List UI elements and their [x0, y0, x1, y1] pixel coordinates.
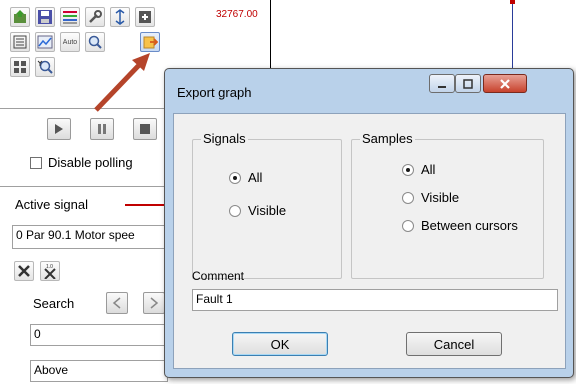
signals-visible-radio[interactable]: Visible: [229, 203, 286, 218]
samples-between-cursors-label: Between cursors: [421, 218, 518, 233]
scale-icon[interactable]: [110, 7, 130, 27]
scale-signal-icon[interactable]: 1.0: [40, 261, 60, 281]
search-next-button[interactable]: [143, 292, 165, 314]
active-signal-line: [125, 204, 165, 206]
disable-polling-checkbox[interactable]: [30, 157, 42, 169]
signals-all-radio[interactable]: All: [229, 170, 262, 185]
list-icon[interactable]: [10, 32, 30, 52]
search-label: Search: [33, 296, 75, 311]
chart-icon[interactable]: [35, 32, 55, 52]
play-button[interactable]: [47, 118, 71, 140]
signals-visible-label: Visible: [248, 203, 287, 218]
remove-signal-icon[interactable]: [14, 261, 34, 281]
active-signal-field[interactable]: 0 Par 90.1 Motor spee: [12, 225, 168, 249]
samples-all-label: All: [421, 162, 436, 177]
separator: [0, 186, 168, 187]
signals-group: Signals All Visible: [192, 131, 342, 279]
close-icon[interactable]: [483, 74, 527, 93]
samples-group: Samples All Visible Between cursors: [351, 131, 544, 279]
condition-dropdown[interactable]: Above: [30, 360, 168, 382]
samples-visible-radio[interactable]: Visible: [402, 190, 459, 205]
search-prev-button[interactable]: [106, 292, 128, 314]
zoom-icon[interactable]: [85, 32, 105, 52]
wrench-icon[interactable]: [85, 7, 105, 27]
export-graph-dialog: Export graph Signals All Visible Samples…: [164, 68, 574, 378]
cancel-button[interactable]: Cancel: [406, 332, 502, 356]
samples-between-cursors-radio[interactable]: Between cursors: [402, 218, 518, 233]
radio-dot: [402, 163, 414, 176]
save-icon[interactable]: [35, 7, 55, 27]
zoom-y-icon[interactable]: [35, 57, 55, 77]
plot-max-label: 32767.00: [216, 9, 258, 20]
open-icon[interactable]: [10, 7, 30, 27]
samples-all-radio[interactable]: All: [402, 162, 435, 177]
radio-dot: [402, 191, 414, 204]
dialog-title: Export graph: [177, 85, 252, 100]
fit-icon[interactable]: [135, 7, 155, 27]
active-signal-label: Active signal: [15, 197, 88, 212]
minimize-button[interactable]: [429, 74, 455, 93]
dialog-body: Signals All Visible Samples All Visible …: [173, 113, 566, 369]
svg-text:1.0: 1.0: [46, 264, 53, 270]
disable-polling-label: Disable polling: [48, 155, 133, 170]
export-icon[interactable]: [140, 32, 160, 52]
separator: [0, 108, 168, 109]
comment-field[interactable]: Fault 1: [192, 289, 558, 311]
auto-button[interactable]: Auto: [60, 32, 80, 52]
grid-icon[interactable]: [10, 57, 30, 77]
cursor-marker: [510, 0, 515, 4]
cursor-line[interactable]: [512, 0, 513, 75]
stop-button[interactable]: [133, 118, 157, 140]
radio-dot: [402, 219, 414, 232]
search-value-field[interactable]: 0: [30, 324, 168, 346]
comment-label: Comment: [192, 269, 245, 283]
radio-dot: [229, 171, 241, 184]
signal-list-icon[interactable]: [60, 7, 80, 27]
samples-visible-label: Visible: [421, 190, 460, 205]
left-panel: Auto Disable polling Active signal 0 Par…: [0, 0, 170, 384]
maximize-button[interactable]: [455, 74, 481, 93]
signals-all-label: All: [248, 170, 263, 185]
radio-dot: [229, 204, 241, 217]
ok-button[interactable]: OK: [232, 332, 328, 356]
pause-button[interactable]: [90, 118, 114, 140]
samples-group-title: Samples: [360, 131, 415, 146]
signals-group-title: Signals: [201, 131, 248, 146]
